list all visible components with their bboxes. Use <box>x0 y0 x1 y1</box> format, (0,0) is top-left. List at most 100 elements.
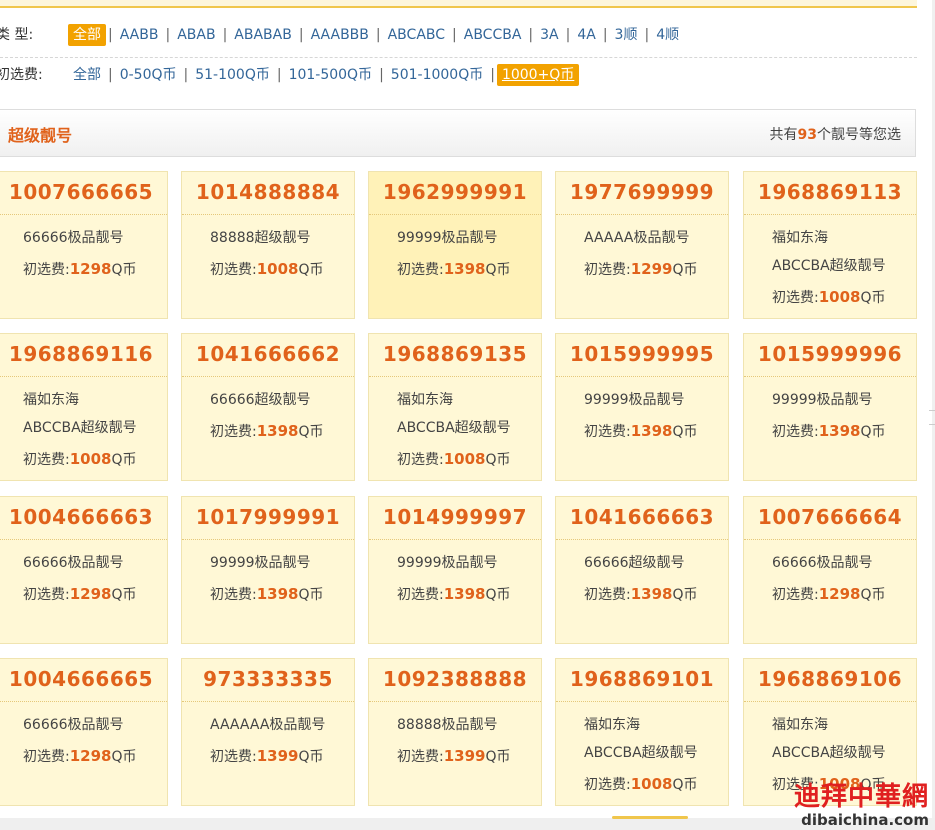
card-number[interactable]: 1014999997 <box>369 505 541 529</box>
card-description-line: 福如东海 <box>23 392 79 408</box>
card-number[interactable]: 1968869135 <box>369 342 541 366</box>
number-card[interactable]: 1015999996 99999极品靓号 初选费:1398Q币 <box>743 333 917 481</box>
separator: | <box>276 67 282 83</box>
number-card[interactable]: 1968869101 福如东海 ABCCBA超级靓号 初选费:1008Q币 <box>555 658 729 806</box>
fee-label: 初选费: <box>584 587 631 603</box>
fee-label: 初选费: <box>584 262 631 278</box>
card-fee: 初选费:1398Q币 <box>210 421 324 441</box>
fee-label: 初选费: <box>23 452 70 468</box>
card-number[interactable]: 1962999991 <box>369 180 541 204</box>
fee-value: 1398 <box>256 585 299 603</box>
fee-value: 1398 <box>256 422 299 440</box>
number-card[interactable]: 1017999991 99999极品靓号 初选费:1398Q币 <box>181 496 355 644</box>
fee-filter-option[interactable]: 51-100Q币 <box>190 64 275 86</box>
fee-label: 初选费: <box>584 777 631 793</box>
separator: | <box>165 27 171 43</box>
type-filter-option[interactable]: AABB <box>115 24 164 46</box>
card-number[interactable]: 1968869113 <box>744 180 916 204</box>
card-divider <box>0 701 167 702</box>
fee-unit: Q币 <box>111 262 137 278</box>
card-divider <box>0 214 167 215</box>
scroll-mark <box>929 410 935 411</box>
card-description-line: 99999极品靓号 <box>397 555 498 571</box>
number-card[interactable]: 1041666663 66666超级靓号 初选费:1398Q币 <box>555 496 729 644</box>
type-filter-option[interactable]: AAABBB <box>306 24 374 46</box>
number-card[interactable]: 1007666664 66666极品靓号 初选费:1298Q币 <box>743 496 917 644</box>
number-card[interactable]: 1014999997 99999极品靓号 初选费:1398Q币 <box>368 496 542 644</box>
number-card[interactable]: 1004666665 66666极品靓号 初选费:1298Q币 <box>0 658 168 806</box>
card-number[interactable]: 1017999991 <box>182 505 354 529</box>
card-number[interactable]: 1015999996 <box>744 342 916 366</box>
type-filter-option[interactable]: ABCCBA <box>459 24 527 46</box>
fee-value: 1008 <box>443 450 486 468</box>
fee-value: 1299 <box>630 260 673 278</box>
fee-filter-option[interactable]: 1000+Q币 <box>496 64 580 86</box>
card-description: 福如东海 ABCCBA超级靓号 <box>772 224 886 280</box>
type-filter-option[interactable]: ABAB <box>172 24 220 46</box>
fee-filter-option[interactable]: 0-50Q币 <box>115 64 182 86</box>
number-card[interactable]: 1962999991 99999极品靓号 初选费:1398Q币 <box>368 171 542 319</box>
fee-filter-option[interactable]: 501-1000Q币 <box>386 64 488 86</box>
card-number[interactable]: 1041666663 <box>556 505 728 529</box>
fee-filter-option[interactable]: 101-500Q币 <box>284 64 378 86</box>
card-description: 福如东海 ABCCBA超级靓号 <box>23 386 137 442</box>
number-card[interactable]: 1015999995 99999极品靓号 初选费:1398Q币 <box>555 333 729 481</box>
card-number[interactable]: 1977699999 <box>556 180 728 204</box>
card-description-line: 99999极品靓号 <box>210 555 311 571</box>
card-number[interactable]: 1014888884 <box>182 180 354 204</box>
type-filter-option[interactable]: 4A <box>572 24 600 46</box>
number-card[interactable]: 1004666663 66666极品靓号 初选费:1298Q币 <box>0 496 168 644</box>
number-card[interactable]: 973333335 AAAAAA极品靓号 初选费:1399Q币 <box>181 658 355 806</box>
type-filter-option[interactable]: ABABAB <box>229 24 297 46</box>
card-number[interactable]: 1968869106 <box>744 667 916 691</box>
number-card[interactable]: 1014888884 88888超级靓号 初选费:1008Q币 <box>181 171 355 319</box>
number-card[interactable]: 1968869135 福如东海 ABCCBA超级靓号 初选费:1008Q币 <box>368 333 542 481</box>
card-number[interactable]: 1041666662 <box>182 342 354 366</box>
card-description: 66666极品靓号 <box>23 224 124 252</box>
fee-value: 1398 <box>443 585 486 603</box>
card-number[interactable]: 973333335 <box>182 667 354 691</box>
card-number[interactable]: 1007666665 <box>0 180 167 204</box>
card-description: 99999极品靓号 <box>584 386 685 414</box>
fee-value: 1008 <box>69 450 112 468</box>
card-number[interactable]: 1004666665 <box>0 667 167 691</box>
separator: | <box>298 27 304 43</box>
card-number[interactable]: 1092388888 <box>369 667 541 691</box>
number-card[interactable]: 1041666662 66666超级靓号 初选费:1398Q币 <box>181 333 355 481</box>
card-number[interactable]: 1968869101 <box>556 667 728 691</box>
card-fee: 初选费:1008Q币 <box>772 287 886 307</box>
type-filter-label: 类 型: <box>0 27 34 43</box>
card-divider <box>744 701 916 702</box>
number-card[interactable]: 1977699999 AAAAA极品靓号 初选费:1299Q币 <box>555 171 729 319</box>
type-filter-option[interactable]: 3顺 <box>610 24 643 46</box>
type-filter-option[interactable]: 4顺 <box>651 24 684 46</box>
number-card[interactable]: 1007666665 66666极品靓号 初选费:1298Q币 <box>0 171 168 319</box>
fee-value: 1008 <box>630 775 673 793</box>
card-divider <box>369 376 541 377</box>
number-card[interactable]: 1968869113 福如东海 ABCCBA超级靓号初选费:1008Q币 <box>743 171 917 319</box>
watermark-logo: 迪拜中華網 dibaichina.com <box>794 783 929 829</box>
fee-unit: Q币 <box>672 424 698 440</box>
card-number[interactable]: 1007666664 <box>744 505 916 529</box>
type-filter-option[interactable]: 全部 <box>68 24 106 46</box>
type-filter-option[interactable]: 3A <box>535 24 563 46</box>
type-filter-option[interactable]: ABCABC <box>383 24 450 46</box>
fee-filter-option[interactable]: 全部 <box>68 64 106 86</box>
card-number[interactable]: 1015999995 <box>556 342 728 366</box>
card-number[interactable]: 1004666663 <box>0 505 167 529</box>
number-card[interactable]: 1092388888 88888极品靓号 初选费:1399Q币 <box>368 658 542 806</box>
card-fee: 初选费:1008Q币 <box>23 449 137 469</box>
card-divider <box>369 701 541 702</box>
card-description: 99999极品靓号 <box>210 549 311 577</box>
card-number[interactable]: 1968869116 <box>0 342 167 366</box>
card-description-line: 66666极品靓号 <box>772 555 873 571</box>
fee-label: 初选费: <box>210 749 257 765</box>
number-card[interactable]: 1968869116 福如东海 ABCCBA超级靓号初选费:1008Q币 <box>0 333 168 481</box>
card-description-line: 99999极品靓号 <box>772 392 873 408</box>
card-divider <box>556 539 728 540</box>
panel-header: 超级靓号 共有93个靓号等您选 <box>0 109 916 157</box>
card-description-line: 88888超级靓号 <box>210 230 311 246</box>
card-description-line: 66666超级靓号 <box>584 555 685 571</box>
fee-unit: Q币 <box>298 749 324 765</box>
separator: | <box>452 27 457 43</box>
